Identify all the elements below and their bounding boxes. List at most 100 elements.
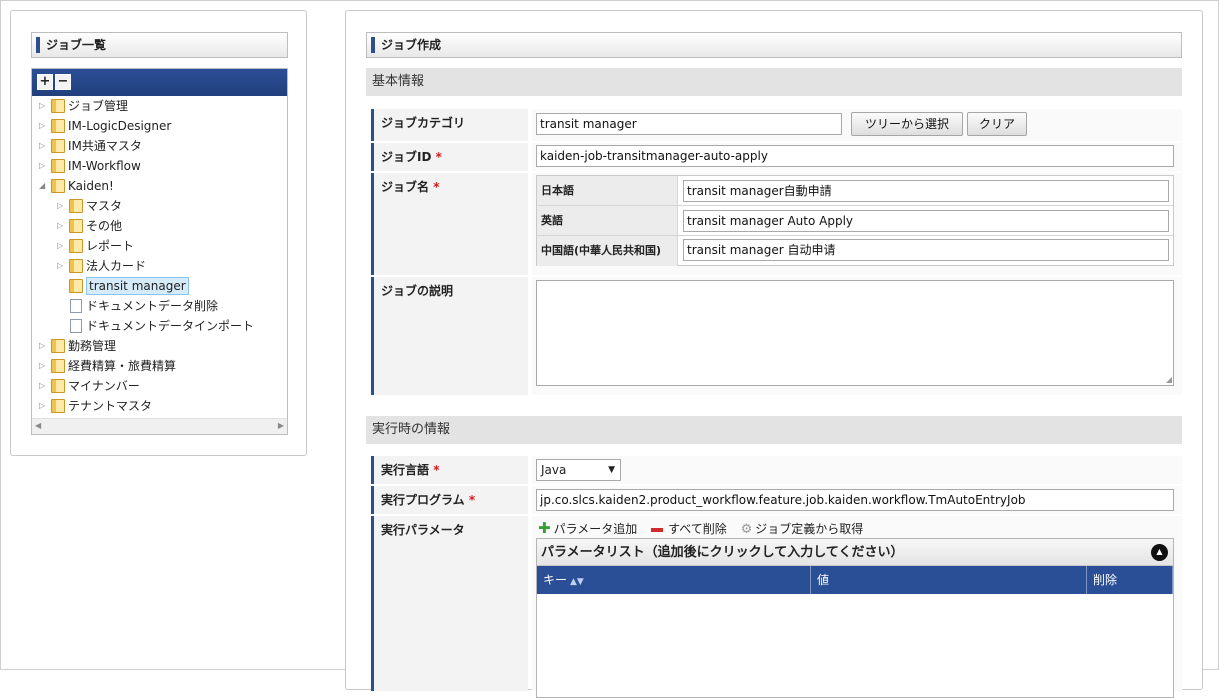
expand-arrow-icon[interactable]: ▷ (39, 356, 49, 376)
exec-program-input[interactable]: jp.co.slcs.kaiden2.product_workflow.feat… (536, 489, 1174, 511)
tree-node-label: レポート (86, 239, 135, 253)
job-id-label: ジョブID (381, 150, 432, 164)
tree-list: ▷ ジョブ管理 ▷ IM-LogicDesigner ▷ IM共通マスタ ▷ IM-Workf… (32, 96, 287, 418)
exec-language-row: 実行言語 * Java ▼ (371, 456, 1182, 484)
plus-icon: ✚ (538, 519, 551, 537)
exec-language-select[interactable]: Java ▼ (536, 459, 621, 481)
column-delete[interactable]: 削除 (1087, 566, 1173, 594)
tree-node[interactable]: ▷ レポート (57, 236, 134, 256)
expand-arrow-icon[interactable]: ▷ (39, 116, 49, 136)
resize-grip-icon[interactable]: ◢ (1166, 376, 1172, 384)
clear-button[interactable]: クリア (967, 112, 1027, 136)
tree-node[interactable]: ▷ IM-Workflow (39, 156, 141, 176)
job-tree: + − ▷ ジョブ管理 ▷ IM-LogicDesigner ▷ IM共通マスタ ▷ IM-Wo… (31, 68, 288, 435)
expand-arrow-icon[interactable]: ▷ (39, 156, 49, 176)
expand-arrow-icon[interactable]: ▷ (57, 256, 67, 276)
chevron-down-icon: ▼ (608, 465, 615, 475)
expand-arrow-icon[interactable]: ▷ (39, 396, 49, 416)
column-key[interactable]: キー ▲▼ (537, 566, 811, 594)
folder-icon (51, 139, 65, 153)
exec-program-label: 実行プログラム (381, 493, 465, 507)
job-name-row: ジョブ名 * 日本語 transit manager自動申請 英語 transi… (371, 173, 1182, 275)
lang-row-en: 英語 transit manager Auto Apply (537, 206, 1173, 236)
lang-row-zh: 中国語(中華人民共和国) transit manager 自动申请 (537, 236, 1173, 266)
folder-icon (51, 119, 65, 133)
lang-label-en: 英語 (537, 206, 678, 235)
basic-info-section-header: 基本情報 (366, 68, 1182, 96)
folder-icon (51, 359, 65, 373)
job-category-input[interactable]: transit manager (536, 113, 842, 135)
folder-icon (69, 279, 83, 293)
exec-program-row: 実行プログラム * jp.co.slcs.kaiden2.product_wor… (371, 486, 1182, 514)
parameter-grid-header: キー ▲▼ 値 削除 (537, 566, 1173, 594)
tree-node[interactable]: ▷ 法人カード (57, 256, 146, 276)
tree-node-label: 法人カード (86, 259, 147, 273)
expand-arrow-icon[interactable]: ▷ (39, 376, 49, 396)
exec-language-label: 実行言語 (381, 463, 430, 477)
tree-toolbar: + − (32, 69, 287, 96)
fetch-from-job-definition-button[interactable]: ⚙ ジョブ定義から取得 (741, 520, 864, 537)
scroll-right-icon[interactable]: ▶ (278, 421, 284, 430)
exec-info-section-header: 実行時の情報 (366, 416, 1182, 444)
tree-node-label: IM-LogicDesigner (68, 119, 172, 133)
tree-node[interactable]: ▷ 勤務管理 (39, 336, 116, 356)
folder-icon (51, 399, 65, 413)
file-icon (70, 299, 82, 313)
parameter-grid-title: パラメータリスト（追加後にクリックして入力してください） (541, 545, 904, 560)
folder-icon (51, 99, 65, 113)
tree-node[interactable]: ▷ マイナンバー (39, 376, 140, 396)
scroll-left-icon[interactable]: ◀ (35, 421, 41, 430)
delete-all-button[interactable]: すべて削除 (651, 520, 727, 537)
tree-node-label: ドキュメントデータインポート (86, 319, 255, 333)
job-description-row: ジョブの説明 ◢ (371, 277, 1182, 395)
tree-node-label: IM-Workflow (68, 159, 141, 173)
lang-row-ja: 日本語 transit manager自動申請 (537, 176, 1173, 206)
tree-node[interactable]: transit manager (57, 276, 189, 296)
expand-arrow-icon[interactable]: ▷ (57, 216, 67, 236)
expand-arrow-icon[interactable]: ▷ (39, 96, 49, 116)
job-name-ja-input[interactable]: transit manager自動申請 (683, 180, 1169, 202)
expand-arrow-icon[interactable]: ▷ (39, 136, 49, 156)
expand-arrow-icon[interactable]: ▷ (39, 336, 49, 356)
parameter-grid: パラメータリスト（追加後にクリックして入力してください） ▲ キー ▲▼ 値 削除 (536, 538, 1174, 698)
exec-language-value: Java (541, 463, 567, 477)
job-name-zh-input[interactable]: transit manager 自动申请 (683, 239, 1169, 261)
column-value-label: 値 (817, 573, 830, 587)
tree-node[interactable]: ▷ ジョブ管理 (39, 96, 128, 116)
required-mark: * (468, 493, 476, 507)
expand-arrow-icon[interactable]: ▷ (57, 236, 67, 256)
job-create-title: ジョブ作成 (366, 32, 1182, 58)
expand-all-button[interactable]: + (37, 74, 53, 90)
job-category-label: ジョブカテゴリ (381, 116, 466, 130)
tree-horizontal-scrollbar[interactable]: ◀ ▶ (32, 418, 287, 434)
tree-node[interactable]: ▷ IM-LogicDesigner (39, 116, 171, 136)
folder-icon (51, 339, 65, 353)
select-from-tree-button[interactable]: ツリーから選択 (851, 112, 963, 136)
tree-node[interactable]: ドキュメントデータインポート (57, 316, 254, 336)
sort-icon[interactable]: ▲▼ (570, 577, 584, 587)
job-id-input[interactable]: kaiden-job-transitmanager-auto-apply (536, 145, 1174, 167)
tree-node[interactable]: ▷ テナントマスタ (39, 396, 152, 416)
tree-node[interactable]: ▷ 経費精算・旅費精算 (39, 356, 176, 376)
lang-label-zh: 中国語(中華人民共和国) (537, 236, 678, 266)
job-name-label: ジョブ名 (381, 180, 430, 194)
expand-arrow-icon[interactable]: ▷ (57, 196, 67, 216)
required-mark: * (435, 150, 442, 164)
job-description-textarea[interactable]: ◢ (536, 280, 1174, 386)
collapse-all-button[interactable]: − (55, 74, 71, 90)
tree-node-label: ジョブ管理 (68, 99, 129, 113)
add-parameter-button[interactable]: ✚ パラメータ追加 (538, 519, 637, 537)
column-value[interactable]: 値 (811, 566, 1087, 594)
collapse-arrow-icon[interactable]: ◢ (39, 176, 49, 196)
tree-node[interactable]: ドキュメントデータ削除 (57, 296, 218, 316)
job-category-row: ジョブカテゴリ transit manager ツリーから選択 クリア (371, 109, 1182, 141)
tree-node-label: マスタ (86, 199, 123, 213)
job-name-en-input[interactable]: transit manager Auto Apply (683, 210, 1169, 232)
tree-node[interactable]: ▷ その他 (57, 216, 122, 236)
tree-node[interactable]: ▷ マスタ (57, 196, 122, 216)
tree-node[interactable]: ▷ IM共通マスタ (39, 136, 142, 156)
collapse-grid-icon[interactable]: ▲ (1151, 544, 1168, 561)
param-actions: ✚ パラメータ追加 すべて削除 ⚙ ジョブ定義から取得 (538, 519, 873, 537)
tree-node[interactable]: ◢ Kaiden! (39, 176, 114, 196)
lang-label-ja: 日本語 (537, 176, 678, 205)
